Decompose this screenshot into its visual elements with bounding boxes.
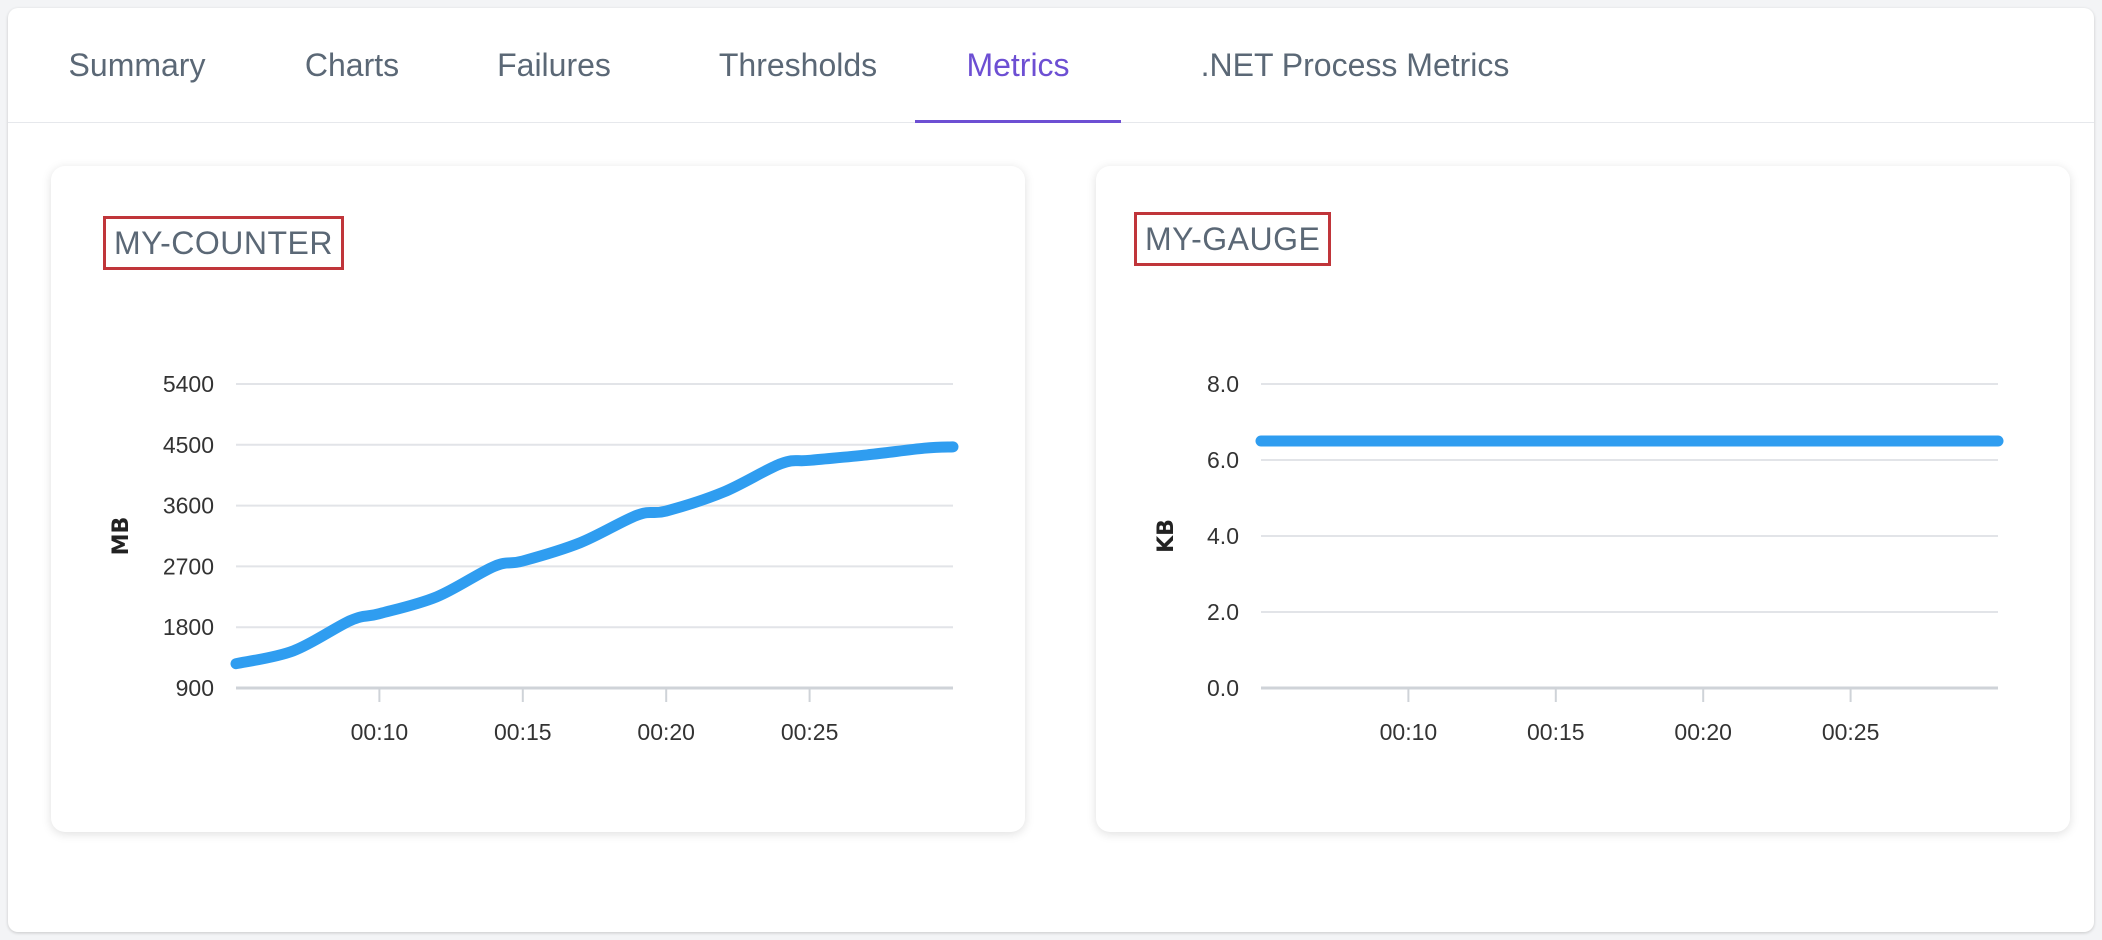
x-tick-label: 00:20 <box>637 719 695 745</box>
y-tick-label: 0.0 <box>1207 675 1239 701</box>
tab-dotnet-process-metrics[interactable]: .NET Process Metrics <box>1158 8 1552 122</box>
tab-summary[interactable]: Summary <box>52 8 222 122</box>
y-tick-label: 900 <box>176 675 214 701</box>
x-tick-label: 00:25 <box>781 719 839 745</box>
x-tick-label: 00:10 <box>351 719 409 745</box>
metrics-panel: Summary Charts Failures Thresholds Metri… <box>8 8 2094 932</box>
tab-thresholds[interactable]: Thresholds <box>694 8 902 122</box>
counter-chart: 5400 4500 3600 2700 1800 900 00:10 00:15 00:20 00… <box>109 371 959 745</box>
y-tick-label: 8.0 <box>1207 371 1239 397</box>
y-axis-title: MB <box>109 517 134 556</box>
x-tick-label: 00:15 <box>494 719 552 745</box>
y-tick-label: 2700 <box>163 553 214 579</box>
x-tick-label: 00:25 <box>1822 719 1880 745</box>
series-line <box>230 441 959 670</box>
tab-bar: Summary Charts Failures Thresholds Metri… <box>8 8 2094 123</box>
y-tick-label: 3600 <box>163 493 214 519</box>
y-tick-label: 4.0 <box>1207 523 1239 549</box>
y-tick-label: 4500 <box>163 432 214 458</box>
x-tick-label: 00:10 <box>1380 719 1438 745</box>
y-axis-title: KB <box>1154 519 1179 553</box>
gauge-chart: 8.0 6.0 4.0 2.0 0.0 00:10 00:15 00:20 00:25 KB <box>1154 371 2004 745</box>
tab-metrics[interactable]: Metrics <box>915 8 1121 123</box>
y-tick-label: 5400 <box>163 371 214 397</box>
metric-card-counter: MY-COUNTER 5400 4500 3600 2700 1800 900 00:10 0… <box>51 166 1025 832</box>
y-tick-label: 2.0 <box>1207 599 1239 625</box>
y-tick-label: 1800 <box>163 614 214 640</box>
x-tick-label: 00:20 <box>1674 719 1732 745</box>
y-tick-label: 6.0 <box>1207 447 1239 473</box>
metric-card-gauge: MY-GAUGE 8.0 6.0 4.0 2.0 0.0 00:10 00:15 00:20 0… <box>1096 166 2070 832</box>
tab-charts[interactable]: Charts <box>288 8 416 122</box>
tab-failures[interactable]: Failures <box>482 8 626 122</box>
x-tick-label: 00:15 <box>1527 719 1585 745</box>
